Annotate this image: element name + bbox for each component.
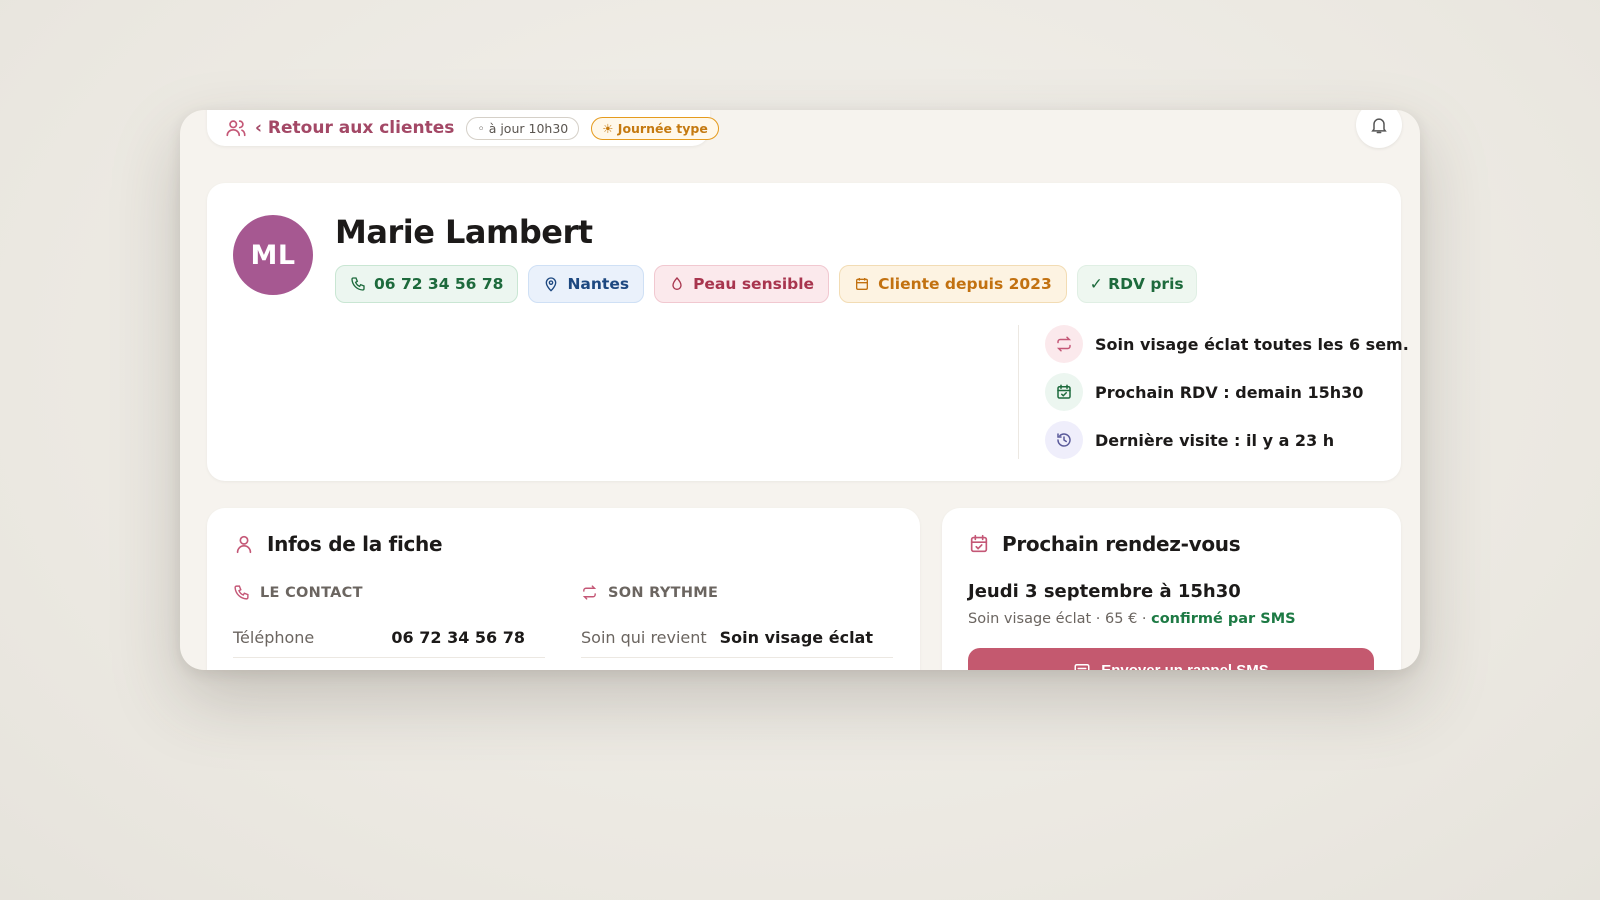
- phone-row: Téléphone 06 72 34 56 78: [233, 618, 545, 658]
- contact-section-label: LE CONTACT: [260, 584, 363, 601]
- history-icon: [1045, 421, 1083, 459]
- fact-next-rdv-label: Prochain RDV : demain 15h30: [1095, 382, 1364, 402]
- phone-key: Téléphone: [233, 628, 315, 647]
- avatar: ML: [233, 215, 313, 295]
- phone-chip-label: 06 72 34 56 78: [374, 275, 504, 293]
- contact-section-head: LE CONTACT: [233, 584, 363, 601]
- fact-recurring-label: Soin visage éclat toutes les 6 sem.: [1095, 334, 1409, 354]
- next-appointment-title: Prochain rendez-vous: [968, 532, 1241, 556]
- care-key: Soin qui revient: [581, 628, 707, 647]
- send-sms-reminder-button[interactable]: Envoyer un rappel SMS: [968, 648, 1374, 670]
- city-chip[interactable]: Nantes: [528, 265, 645, 303]
- client-chips: 06 72 34 56 78 Nantes Peau sensible Clie…: [335, 265, 1197, 303]
- next-appointment-title-label: Prochain rendez-vous: [1002, 532, 1241, 556]
- care-row: Soin qui revient Soin visage éclat: [581, 618, 893, 658]
- repeat-icon: [1045, 325, 1083, 363]
- calendar-icon: [856, 278, 869, 290]
- calendar-check-icon: [1045, 373, 1083, 411]
- client-since-chip[interactable]: Cliente depuis 2023: [839, 265, 1067, 303]
- phone-icon: [351, 277, 365, 291]
- rhythm-section-head: SON RYTHME: [581, 584, 718, 601]
- fact-recurring: Soin visage éclat toutes les 6 sem.: [1045, 325, 1409, 363]
- fact-last-visit: Dernière visite : il y a 23 h: [1045, 421, 1409, 459]
- back-to-clients-link[interactable]: ‹ Retour aux clientes: [225, 117, 454, 139]
- client-facts: Soin visage éclat toutes les 6 sem. Proc…: [1018, 325, 1409, 459]
- map-pin-icon: [546, 277, 557, 292]
- users-icon: [226, 120, 246, 137]
- skin-type-chip[interactable]: Peau sensible: [654, 265, 830, 303]
- top-bar: ‹ Retour aux clientes ◦ à jour 10h30 ☀ J…: [207, 110, 719, 146]
- record-info-card: Infos de la fiche LE CONTACT SON RYTHME …: [207, 508, 920, 670]
- droplet-icon: [672, 277, 682, 290]
- city-chip-label: Nantes: [567, 275, 630, 293]
- record-info-title: Infos de la fiche: [233, 532, 443, 556]
- rdv-status-chip-label: ✓ RDV pris: [1089, 275, 1184, 293]
- fact-last-visit-label: Dernière visite : il y a 23 h: [1095, 430, 1335, 450]
- calendar-icon: [970, 534, 988, 553]
- appointment-confirmed: confirmé par SMS: [1151, 611, 1296, 627]
- fact-next-rdv: Prochain RDV : demain 15h30: [1045, 373, 1409, 411]
- day-type-badge[interactable]: ☀ Journée type: [591, 116, 719, 140]
- record-info-title-label: Infos de la fiche: [267, 532, 443, 556]
- phone-icon: [234, 585, 249, 600]
- bell-icon: [1371, 118, 1387, 134]
- phone-chip[interactable]: 06 72 34 56 78: [335, 265, 519, 303]
- appointment-details: Soin visage éclat · 65 € · confirmé par …: [968, 611, 1296, 627]
- next-appointment-card: Prochain rendez-vous Jeudi 3 septembre à…: [942, 508, 1401, 670]
- back-link-label: ‹ Retour aux clientes: [255, 118, 455, 138]
- care-value: Soin visage éclat: [719, 628, 873, 647]
- rdv-status-chip[interactable]: ✓ RDV pris: [1076, 265, 1197, 303]
- appointment-date: Jeudi 3 septembre à 15h30: [968, 581, 1241, 602]
- client-profile-card: ML Marie Lambert 06 72 34 56 78 Nantes P…: [207, 183, 1409, 481]
- client-name: Marie Lambert: [335, 213, 593, 251]
- rhythm-section-label: SON RYTHME: [608, 584, 719, 601]
- send-sms-reminder-label: Envoyer un rappel SMS: [1101, 661, 1269, 671]
- message-icon: [1074, 664, 1090, 670]
- appointment-details-text: Soin visage éclat · 65 € ·: [968, 611, 1152, 627]
- user-icon: [236, 535, 252, 554]
- skin-type-chip-label: Peau sensible: [693, 275, 815, 293]
- phone-value[interactable]: 06 72 34 56 78: [391, 628, 525, 647]
- client-since-chip-label: Cliente depuis 2023: [878, 275, 1052, 293]
- app-window: ‹ Retour aux clientes ◦ à jour 10h30 ☀ J…: [180, 110, 1420, 670]
- sync-status-badge: ◦ à jour 10h30: [466, 116, 580, 140]
- notifications-button[interactable]: [1356, 110, 1402, 148]
- repeat-icon: [582, 585, 597, 600]
